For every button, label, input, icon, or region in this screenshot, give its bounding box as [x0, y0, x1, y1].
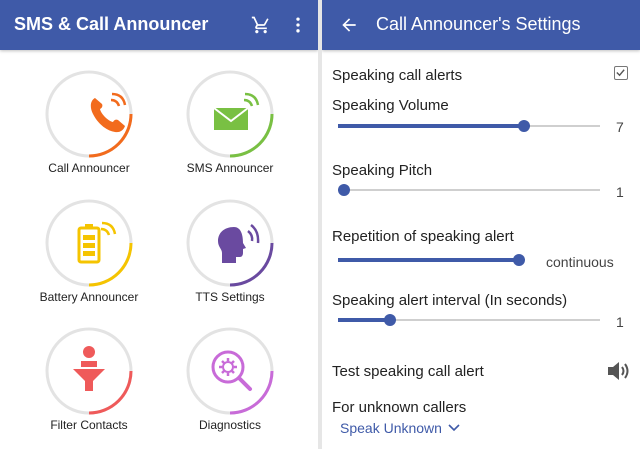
interval-label: Speaking alert interval (In seconds): [332, 292, 568, 309]
app-title: SMS & Call Announcer: [14, 14, 209, 34]
unknown-callers-selected: Speak Unknown: [340, 420, 442, 436]
settings-title: Call Announcer's Settings: [376, 14, 581, 34]
battery-icon: [77, 221, 117, 264]
gear-search-icon: [211, 350, 252, 391]
repetition-label: Repetition of speaking alert: [332, 228, 514, 245]
interval-slider[interactable]: [338, 313, 600, 327]
back-arrow-icon[interactable]: [334, 10, 364, 40]
tile-label: Call Announcer: [48, 161, 130, 175]
slider-thumb[interactable]: [513, 254, 525, 266]
tile-label: Diagnostics: [198, 418, 262, 432]
settings-screen: Call Announcer's Settings Speaking call …: [322, 0, 640, 449]
speaking-volume-slider[interactable]: [338, 119, 600, 133]
cart-icon[interactable]: [246, 10, 276, 40]
tile-call-announcer[interactable]: Call Announcer: [19, 70, 159, 190]
repetition-value: continuous: [546, 254, 614, 270]
speaking-volume-value: 7: [616, 119, 624, 135]
settings-app-bar: Call Announcer's Settings: [322, 0, 640, 50]
unknown-callers-dropdown[interactable]: Speak Unknown: [340, 420, 460, 436]
slider-fill: [338, 124, 524, 128]
slider-thumb[interactable]: [384, 314, 396, 326]
tile-battery-announcer[interactable]: Battery Announcer: [19, 199, 159, 319]
speaking-call-alerts-checkbox[interactable]: [614, 66, 628, 80]
tile-label: SMS Announcer: [186, 161, 274, 175]
tile-filter-contacts[interactable]: Filter Contacts: [19, 327, 159, 447]
screenshot-frame: SMS & Call Announcer Call Announcer SMS …: [0, 0, 640, 449]
slider-thumb[interactable]: [338, 184, 350, 196]
speaking-volume-label: Speaking Volume: [332, 97, 449, 114]
tile-sms-announcer[interactable]: SMS Announcer: [160, 70, 300, 190]
more-vert-icon[interactable]: [283, 10, 313, 40]
phone-icon: [90, 92, 127, 133]
repetition-slider[interactable]: [338, 253, 525, 267]
slider-thumb[interactable]: [518, 120, 530, 132]
app-bar: SMS & Call Announcer: [0, 0, 318, 50]
tile-label: Battery Announcer: [39, 290, 139, 304]
main-screen: SMS & Call Announcer Call Announcer SMS …: [0, 0, 318, 449]
check-icon: [616, 69, 625, 77]
tile-diagnostics[interactable]: Diagnostics: [160, 327, 300, 447]
speaking-pitch-value: 1: [616, 184, 624, 200]
tile-label: TTS Settings: [195, 290, 265, 304]
slider-track: [338, 189, 600, 191]
speaking-call-alerts-label: Speaking call alerts: [332, 67, 463, 84]
speaking-pitch-slider[interactable]: [338, 183, 600, 197]
speaker-icon[interactable]: [606, 359, 634, 383]
filter-icon: [73, 346, 105, 391]
speaking-head-icon: [218, 224, 260, 263]
unknown-callers-label: For unknown callers: [332, 399, 467, 416]
interval-value: 1: [616, 314, 624, 330]
tile-label: Filter Contacts: [50, 418, 128, 432]
test-alert-label[interactable]: Test speaking call alert: [332, 363, 484, 380]
chevron-down-icon: [448, 424, 460, 432]
envelope-icon: [213, 92, 260, 130]
speaking-pitch-label: Speaking Pitch: [332, 162, 433, 179]
slider-fill: [338, 318, 390, 322]
slider-fill: [338, 258, 519, 262]
tile-tts-settings[interactable]: TTS Settings: [160, 199, 300, 319]
